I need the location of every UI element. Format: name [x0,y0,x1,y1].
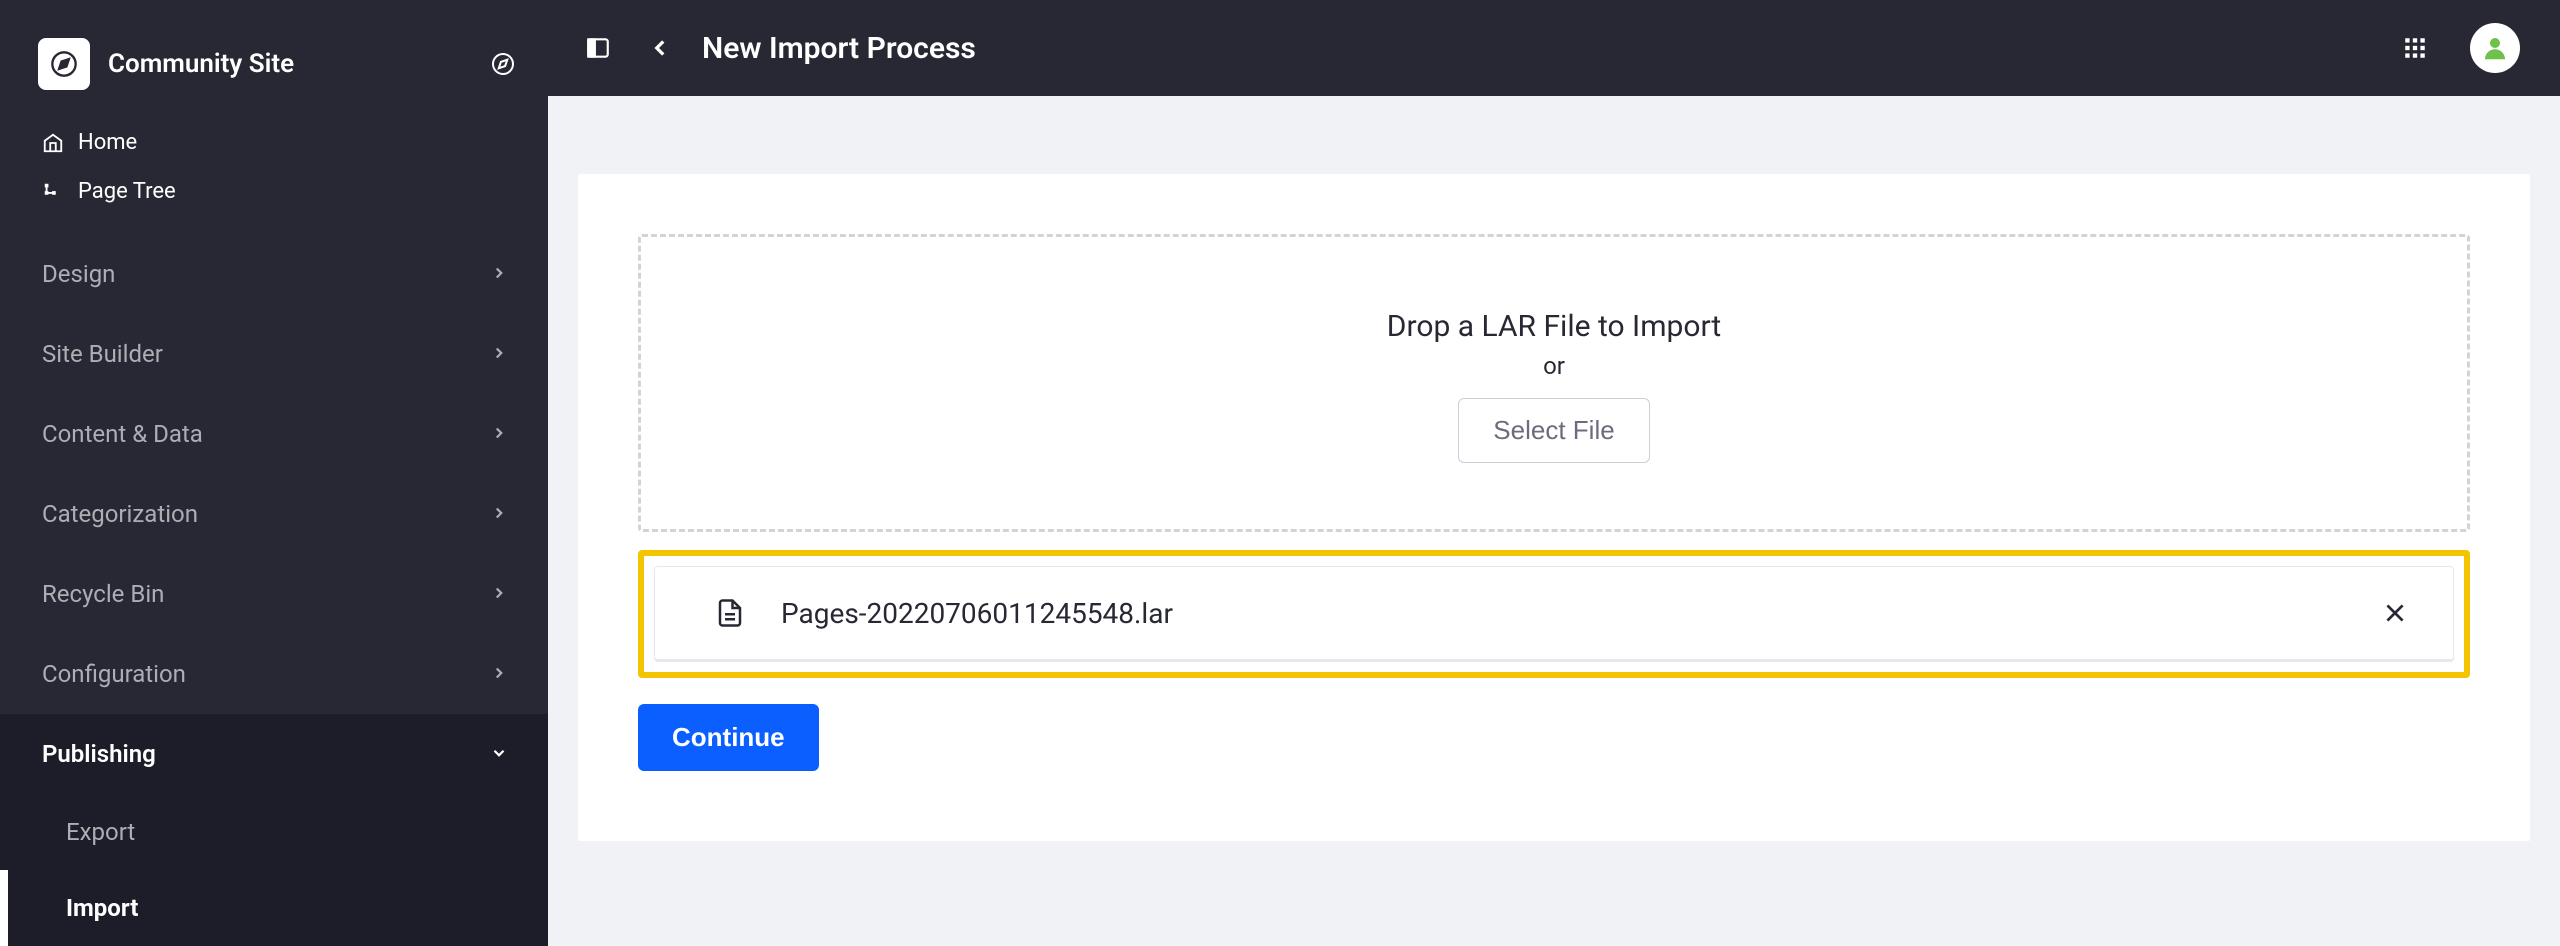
subnav-import-label: Import [66,894,138,922]
main-area: New Import Process Drop a LAR File to Im… [548,0,2560,945]
file-dropzone[interactable]: Drop a LAR File to Import or Select File [638,234,2470,532]
subnav-export-label: Export [66,818,135,846]
back-button[interactable] [640,28,680,68]
selected-file-row: Pages-20220706011245548.lar [654,566,2454,662]
nav-home[interactable]: Home [0,118,548,167]
section-categorization-label: Categorization [42,500,198,528]
section-site-builder-label: Site Builder [42,340,163,368]
section-publishing-label: Publishing [42,740,156,768]
content-wrapper: Drop a LAR File to Import or Select File… [548,96,2560,945]
nav-page-tree-label: Page Tree [78,179,176,204]
sidebar-top-nav: Home Page Tree [0,118,548,216]
nav-home-label: Home [78,130,137,155]
selected-file-name: Pages-20220706011245548.lar [781,597,2341,630]
sidebar-toggle-button[interactable] [578,28,618,68]
continue-button[interactable]: Continue [638,704,819,771]
section-design-label: Design [42,260,115,288]
sidebar: Community Site Home Page Tree Design [0,0,548,945]
section-recycle-bin[interactable]: Recycle Bin [0,554,548,634]
sidebar-sections: Design Site Builder Content & Data [0,234,548,946]
section-recycle-bin-label: Recycle Bin [42,580,164,608]
section-publishing[interactable]: Publishing [0,714,548,794]
chevron-down-icon [490,740,508,768]
chevron-right-icon [490,660,508,688]
section-content-data[interactable]: Content & Data [0,394,548,474]
dropzone-title: Drop a LAR File to Import [661,309,2447,344]
section-categorization[interactable]: Categorization [0,474,548,554]
grid-icon [2402,35,2428,61]
topbar: New Import Process [548,0,2560,96]
page-title: New Import Process [702,31,2374,66]
compass-outline-icon [491,52,515,76]
site-name[interactable]: Community Site [108,49,470,79]
file-icon [715,598,745,628]
apps-menu-button[interactable] [2396,29,2434,67]
chevron-right-icon [490,420,508,448]
tree-icon [42,181,64,203]
sidebar-header: Community Site [0,0,548,118]
chevron-right-icon [490,260,508,288]
section-configuration-label: Configuration [42,660,186,688]
dropzone-or-text: or [661,352,2447,380]
chevron-right-icon [490,580,508,608]
section-content-data-label: Content & Data [42,420,203,448]
site-logo[interactable] [38,38,90,90]
close-icon [2382,600,2408,626]
section-design[interactable]: Design [0,234,548,314]
user-icon [2480,33,2510,63]
chevron-left-icon [647,35,673,61]
chevron-right-icon [490,500,508,528]
select-file-button[interactable]: Select File [1458,398,1649,463]
sidebar-header-action[interactable] [488,49,518,79]
selected-file-highlight: Pages-20220706011245548.lar [638,550,2470,678]
subnav-import[interactable]: Import [0,870,548,946]
publishing-subnav: Export Import [0,794,548,946]
nav-page-tree[interactable]: Page Tree [0,167,548,216]
user-avatar[interactable] [2470,23,2520,73]
section-site-builder[interactable]: Site Builder [0,314,548,394]
remove-file-button[interactable] [2377,595,2413,631]
home-icon [42,132,64,154]
import-panel: Drop a LAR File to Import or Select File… [578,174,2530,841]
chevron-right-icon [490,340,508,368]
subnav-export[interactable]: Export [0,794,548,870]
sidebar-panel-icon [585,35,611,61]
compass-icon [50,50,78,78]
section-configuration[interactable]: Configuration [0,634,548,714]
